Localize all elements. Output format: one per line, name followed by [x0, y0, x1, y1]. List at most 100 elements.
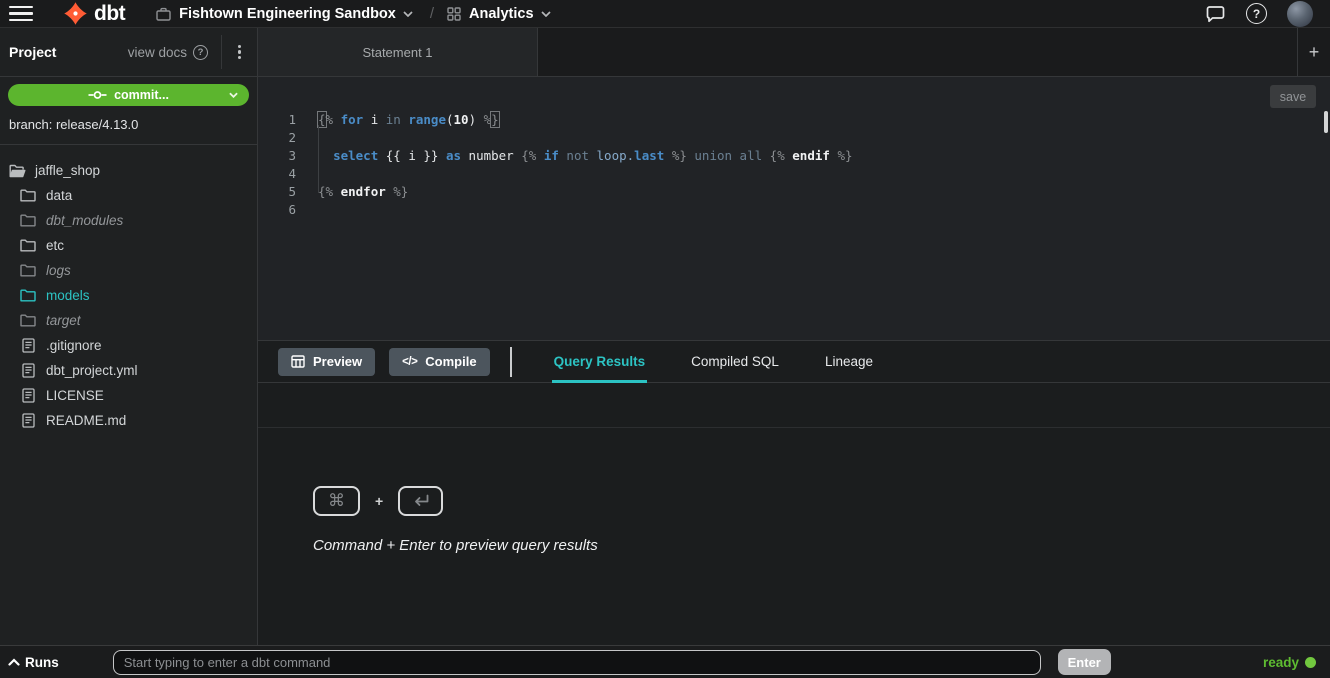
ready-label: ready	[1263, 655, 1299, 670]
hamburger-menu-button[interactable]	[9, 6, 33, 22]
tree-item-logs[interactable]: logs	[0, 258, 257, 283]
new-tab-button[interactable]: +	[1297, 28, 1330, 76]
tree-item-.gitignore[interactable]: .gitignore	[0, 333, 257, 358]
folder-open-icon	[8, 164, 26, 178]
briefcase-icon	[156, 7, 171, 21]
preview-label: Preview	[313, 354, 362, 369]
chevron-down-icon	[541, 11, 551, 17]
tree-item-data[interactable]: data	[0, 183, 257, 208]
project-switcher[interactable]: Analytics	[447, 6, 550, 22]
commit-label: commit...	[114, 88, 169, 102]
preview-button[interactable]: Preview	[278, 348, 375, 376]
shortcut-hint: ⌘ + Command + Enter to preview query res…	[313, 486, 598, 554]
results-toolbar: Preview </> Compile Query Results Compile…	[258, 341, 1330, 383]
folder-icon	[19, 314, 37, 327]
compile-button[interactable]: </> Compile	[389, 348, 489, 376]
tree-item-dbt_project.yml[interactable]: dbt_project.yml	[0, 358, 257, 383]
code-text: {% endfor %}	[318, 183, 408, 201]
tree-item-models[interactable]: models	[0, 283, 257, 308]
topbar-actions: ?	[1205, 1, 1330, 27]
tab-statement-1[interactable]: Statement 1	[258, 28, 538, 76]
view-docs-label: view docs	[128, 45, 187, 60]
results-tabs: Query Results Compiled SQL Lineage	[531, 341, 896, 382]
code-icon: </>	[402, 356, 417, 368]
chevron-down-icon	[229, 92, 238, 98]
line-number: 1	[258, 111, 296, 129]
tree-item-etc[interactable]: etc	[0, 233, 257, 258]
folder-icon	[19, 214, 37, 227]
code-text: select {{ i }} as number {% if not loop.…	[318, 147, 853, 165]
tree-item-label: dbt_modules	[46, 213, 123, 228]
tab-lineage[interactable]: Lineage	[823, 341, 875, 382]
editor-scrollbar[interactable]	[1324, 111, 1328, 133]
folder-icon	[19, 239, 37, 252]
commit-button[interactable]: commit...	[8, 84, 249, 106]
code-line-3: 3 select {{ i }} as number {% if not loo…	[258, 147, 1330, 165]
sidebar-header: Project view docs ?	[0, 28, 257, 77]
dbt-logo-text: dbt	[94, 3, 125, 24]
grid-icon	[447, 7, 461, 21]
tree-item-label: target	[46, 313, 81, 328]
tree-item-jaffle_shop[interactable]: jaffle_shop	[0, 158, 257, 183]
question-circle-icon: ?	[193, 45, 208, 60]
project-title: Project	[0, 44, 56, 60]
sidebar: Project view docs ? commit... br	[0, 28, 258, 645]
main-panel: Statement 1 + 1{% for i in range(10) %}2…	[258, 28, 1330, 645]
compile-label: Compile	[425, 354, 476, 369]
branch-label: branch: release/4.13.0	[0, 106, 257, 145]
chat-button[interactable]	[1205, 4, 1226, 24]
tree-item-label: models	[46, 288, 90, 303]
tree-item-label: data	[46, 188, 72, 203]
tab-compiled-sql[interactable]: Compiled SQL	[689, 341, 781, 382]
dbt-ide-app: dbt Fishtown Engineering Sandbox / Analy…	[0, 0, 1330, 678]
body-row: Project view docs ? commit... br	[0, 28, 1330, 645]
avatar[interactable]	[1287, 1, 1313, 27]
tree-item-target[interactable]: target	[0, 308, 257, 333]
file-icon	[19, 388, 37, 403]
line-number: 5	[258, 183, 296, 201]
code-line-4: 4	[258, 165, 1330, 183]
help-button[interactable]: ?	[1246, 3, 1267, 24]
top-bar: dbt Fishtown Engineering Sandbox / Analy…	[0, 0, 1330, 28]
folder-icon	[19, 189, 37, 202]
git-commit-icon	[88, 90, 107, 100]
tree-item-label: etc	[46, 238, 64, 253]
help-icon: ?	[1246, 3, 1267, 24]
line-number: 6	[258, 201, 296, 219]
code-line-5: 5 {% endfor %}	[258, 183, 1330, 201]
command-input[interactable]	[113, 650, 1041, 675]
save-button[interactable]: save	[1270, 85, 1316, 108]
folder-icon	[19, 264, 37, 277]
workspace-label: Fishtown Engineering Sandbox	[179, 6, 396, 22]
tree-item-label: logs	[46, 263, 71, 278]
file-icon	[19, 413, 37, 428]
code-line-2: 2	[258, 129, 1330, 147]
indent-guide	[318, 125, 319, 193]
chevron-down-icon	[403, 11, 413, 17]
code-line-6: 6	[258, 201, 1330, 219]
view-docs-link[interactable]: view docs ?	[128, 45, 208, 60]
tree-item-LICENSE[interactable]: LICENSE	[0, 383, 257, 408]
ready-status: ready	[1263, 655, 1316, 670]
tree-item-dbt_modules[interactable]: dbt_modules	[0, 208, 257, 233]
kebab-menu-button[interactable]	[221, 35, 257, 69]
tab-query-results[interactable]: Query Results	[552, 341, 648, 382]
plus-separator: +	[375, 493, 383, 509]
enter-button[interactable]: Enter	[1058, 649, 1111, 675]
toolbar-divider	[510, 347, 512, 377]
shortcut-keys: ⌘ +	[313, 486, 598, 516]
ready-dot-icon	[1305, 657, 1316, 668]
commit-section: commit...	[0, 77, 257, 106]
results-divider	[258, 427, 1330, 428]
tree-item-README.md[interactable]: README.md	[0, 408, 257, 433]
workspace-switcher[interactable]: Fishtown Engineering Sandbox	[156, 6, 413, 22]
file-tree: jaffle_shopdata dbt_modulesetc logs models t…	[0, 145, 257, 645]
dbt-logo: dbt	[63, 1, 125, 26]
runs-toggle[interactable]: Runs	[8, 655, 59, 670]
breadcrumb-separator: /	[430, 5, 434, 22]
tree-item-label: dbt_project.yml	[46, 363, 138, 378]
code-editor[interactable]: 1{% for i in range(10) %}23 select {{ i …	[258, 77, 1330, 341]
file-icon	[19, 338, 37, 353]
enter-key-icon	[398, 486, 443, 516]
table-grid-icon	[291, 355, 305, 368]
